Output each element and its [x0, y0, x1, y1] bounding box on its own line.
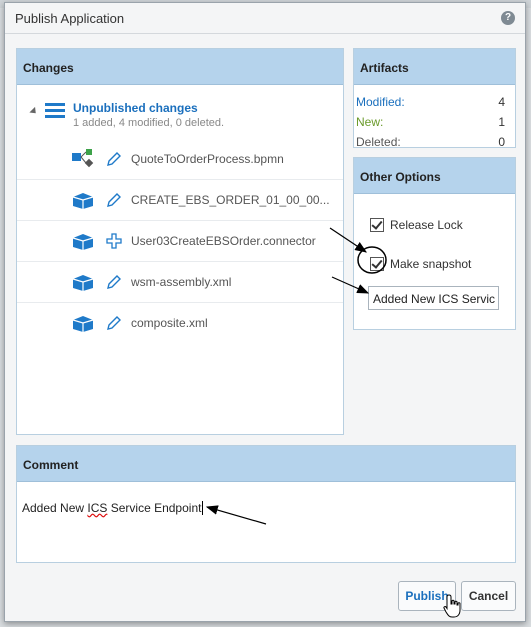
- unpublished-changes-label[interactable]: Unpublished changes: [73, 101, 198, 115]
- changes-header: Changes: [17, 49, 343, 85]
- comment-text-start: Added New: [22, 501, 88, 515]
- new-count: 1: [498, 115, 505, 129]
- package-icon: [72, 275, 94, 291]
- edit-icon: [107, 275, 121, 289]
- new-label: New:: [356, 115, 384, 129]
- edit-icon: [107, 152, 121, 166]
- package-icon: [72, 316, 94, 332]
- other-options-header: Other Options: [354, 158, 515, 194]
- comment-panel: Comment Added New ICS Service Endpoint: [16, 445, 516, 563]
- artifact-modified-row: Modified: 4: [356, 95, 505, 113]
- release-lock-checkbox[interactable]: [370, 218, 384, 232]
- change-item[interactable]: CREATE_EBS_ORDER_01_00_00...: [17, 180, 343, 221]
- edit-icon: [107, 316, 121, 330]
- process-icon: [72, 149, 94, 168]
- edit-icon: [107, 193, 121, 207]
- comment-textarea[interactable]: Added New ICS Service Endpoint: [17, 482, 515, 562]
- comment-text-misspelled: ICS: [87, 501, 108, 515]
- deleted-count: 0: [498, 135, 505, 149]
- release-lock-label[interactable]: Release Lock: [390, 218, 463, 232]
- add-icon: [106, 233, 122, 249]
- change-item[interactable]: QuoteToOrderProcess.bpmn: [17, 139, 343, 180]
- collapse-caret-icon[interactable]: [29, 106, 39, 117]
- change-item-name: composite.xml: [131, 316, 208, 330]
- unpublished-changes-node[interactable]: Unpublished changes 1 added, 4 modified,…: [17, 101, 343, 141]
- change-item-name: wsm-assembly.xml: [131, 275, 232, 289]
- package-icon: [72, 193, 94, 209]
- text-caret: [202, 501, 204, 515]
- artifacts-panel: Artifacts Modified: 4 New: 1 Deleted: 0: [353, 48, 516, 149]
- modified-count: 4: [498, 95, 505, 109]
- change-item-name: CREATE_EBS_ORDER_01_00_00...: [131, 193, 330, 207]
- help-icon[interactable]: ?: [501, 11, 515, 25]
- change-item[interactable]: composite.xml: [17, 303, 343, 343]
- changes-summary: 1 added, 4 modified, 0 deleted.: [73, 117, 225, 129]
- list-icon: [45, 103, 65, 121]
- cancel-button[interactable]: Cancel: [461, 581, 516, 611]
- other-options-panel: Other Options Release Lock Make snapshot…: [353, 157, 516, 330]
- changes-panel: Changes Unpublished changes 1 added, 4 m…: [16, 48, 344, 435]
- artifact-deleted-row: Deleted: 0: [356, 135, 505, 153]
- comment-header: Comment: [17, 446, 515, 482]
- change-item-name: User03CreateEBSOrder.connector: [131, 234, 316, 248]
- deleted-label: Deleted:: [356, 135, 401, 149]
- artifacts-header: Artifacts: [354, 49, 515, 85]
- package-icon: [72, 234, 94, 250]
- publish-application-dialog: Publish Application ? Changes Unpublishe…: [4, 2, 526, 622]
- dialog-titlebar: Publish Application ?: [5, 3, 525, 34]
- make-snapshot-label[interactable]: Make snapshot: [390, 257, 471, 271]
- change-item[interactable]: User03CreateEBSOrder.connector: [17, 221, 343, 262]
- change-item-name: QuoteToOrderProcess.bpmn: [131, 152, 284, 166]
- comment-text-end: Service Endpoint: [107, 501, 202, 515]
- artifact-new-row: New: 1: [356, 115, 505, 133]
- make-snapshot-checkbox[interactable]: [370, 257, 384, 271]
- dialog-title: Publish Application: [15, 11, 125, 26]
- modified-label: Modified:: [356, 95, 405, 109]
- publish-button[interactable]: Publish: [398, 581, 456, 611]
- snapshot-name-input[interactable]: Added New ICS Servic: [368, 286, 499, 310]
- change-item[interactable]: wsm-assembly.xml: [17, 262, 343, 303]
